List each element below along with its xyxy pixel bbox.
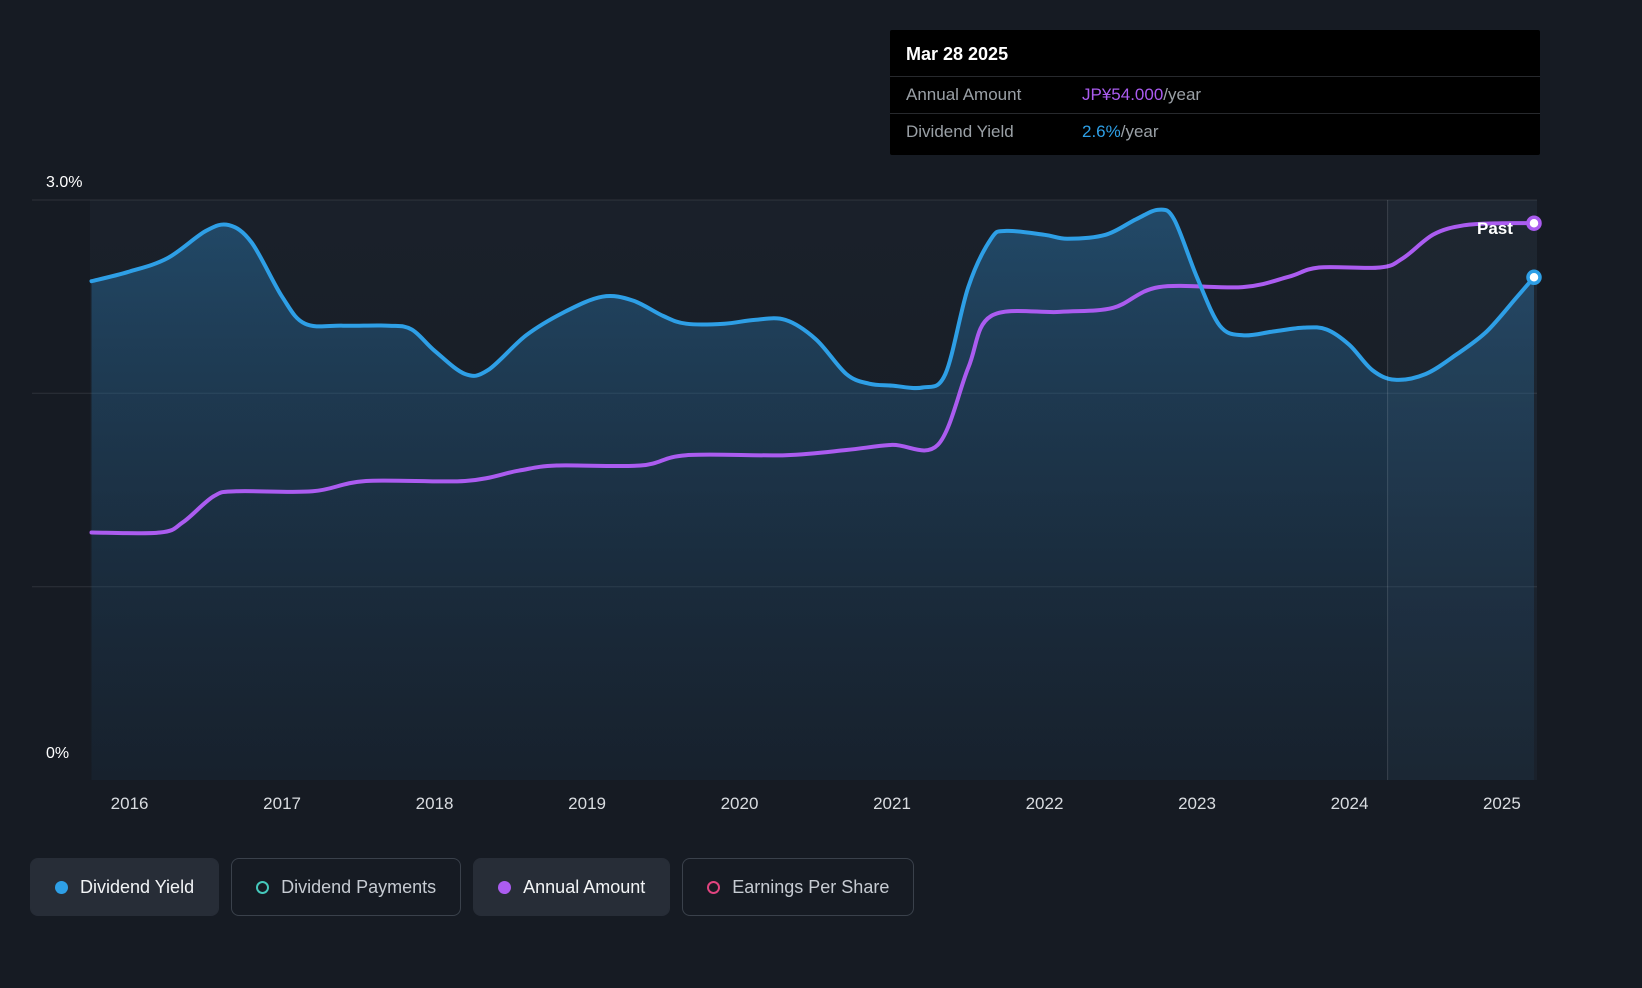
- legend-dividend-payments-label: Dividend Payments: [281, 877, 436, 898]
- chart-tooltip: Mar 28 2025 Annual Amount JP¥54.000/year…: [890, 30, 1540, 155]
- tooltip-dividend-yield-label: Dividend Yield: [906, 122, 1082, 142]
- annual-amount-marker-icon: [498, 881, 511, 894]
- x-axis-label: 2020: [721, 794, 759, 814]
- legend-earnings-per-share[interactable]: Earnings Per Share: [682, 858, 914, 916]
- tooltip-date: Mar 28 2025: [890, 30, 1540, 77]
- legend-earnings-per-share-label: Earnings Per Share: [732, 877, 889, 898]
- dividend-yield-marker-icon: [55, 881, 68, 894]
- legend-annual-amount[interactable]: Annual Amount: [473, 858, 670, 916]
- annual-amount-value: JP¥54.000: [1082, 85, 1163, 104]
- x-axis-label: 2024: [1331, 794, 1369, 814]
- dividend-payments-marker-icon: [256, 881, 269, 894]
- legend-annual-amount-label: Annual Amount: [523, 877, 645, 898]
- x-axis-label: 2017: [263, 794, 301, 814]
- x-axis-label: 2021: [873, 794, 911, 814]
- tooltip-dividend-yield-value: 2.6%/year: [1082, 122, 1159, 142]
- tooltip-annual-amount-label: Annual Amount: [906, 85, 1082, 105]
- y-axis-label-bottom: 0%: [46, 745, 69, 763]
- annual-amount-end-marker: [1528, 217, 1540, 229]
- annual-amount-suffix: /year: [1163, 85, 1201, 104]
- x-axis-label: 2018: [416, 794, 454, 814]
- x-axis-label: 2016: [111, 794, 149, 814]
- tooltip-row-annual-amount: Annual Amount JP¥54.000/year: [890, 77, 1540, 114]
- legend-dividend-yield-label: Dividend Yield: [80, 877, 194, 898]
- x-axis-label: 2022: [1026, 794, 1064, 814]
- dividend-yield-value: 2.6%: [1082, 122, 1121, 141]
- tooltip-row-dividend-yield: Dividend Yield 2.6%/year: [890, 114, 1540, 155]
- x-axis-label: 2023: [1178, 794, 1216, 814]
- earnings-per-share-marker-icon: [707, 881, 720, 894]
- chart-legend: Dividend Yield Dividend Payments Annual …: [30, 858, 914, 916]
- y-axis-label-top: 3.0%: [46, 174, 82, 192]
- past-period-label: Past: [1477, 219, 1513, 239]
- tooltip-annual-amount-value: JP¥54.000/year: [1082, 85, 1201, 105]
- dividend-yield-suffix: /year: [1121, 122, 1159, 141]
- x-axis-label: 2019: [568, 794, 606, 814]
- x-axis-label: 2025: [1483, 794, 1521, 814]
- dividend-yield-end-marker: [1528, 271, 1540, 283]
- legend-dividend-payments[interactable]: Dividend Payments: [231, 858, 461, 916]
- dividend-chart-page: 3.0% 0% 2016 2017 2018 2019 2020 2021 2022 2023…: [0, 0, 1642, 988]
- past-region: [1388, 200, 1537, 780]
- legend-dividend-yield[interactable]: Dividend Yield: [30, 858, 219, 916]
